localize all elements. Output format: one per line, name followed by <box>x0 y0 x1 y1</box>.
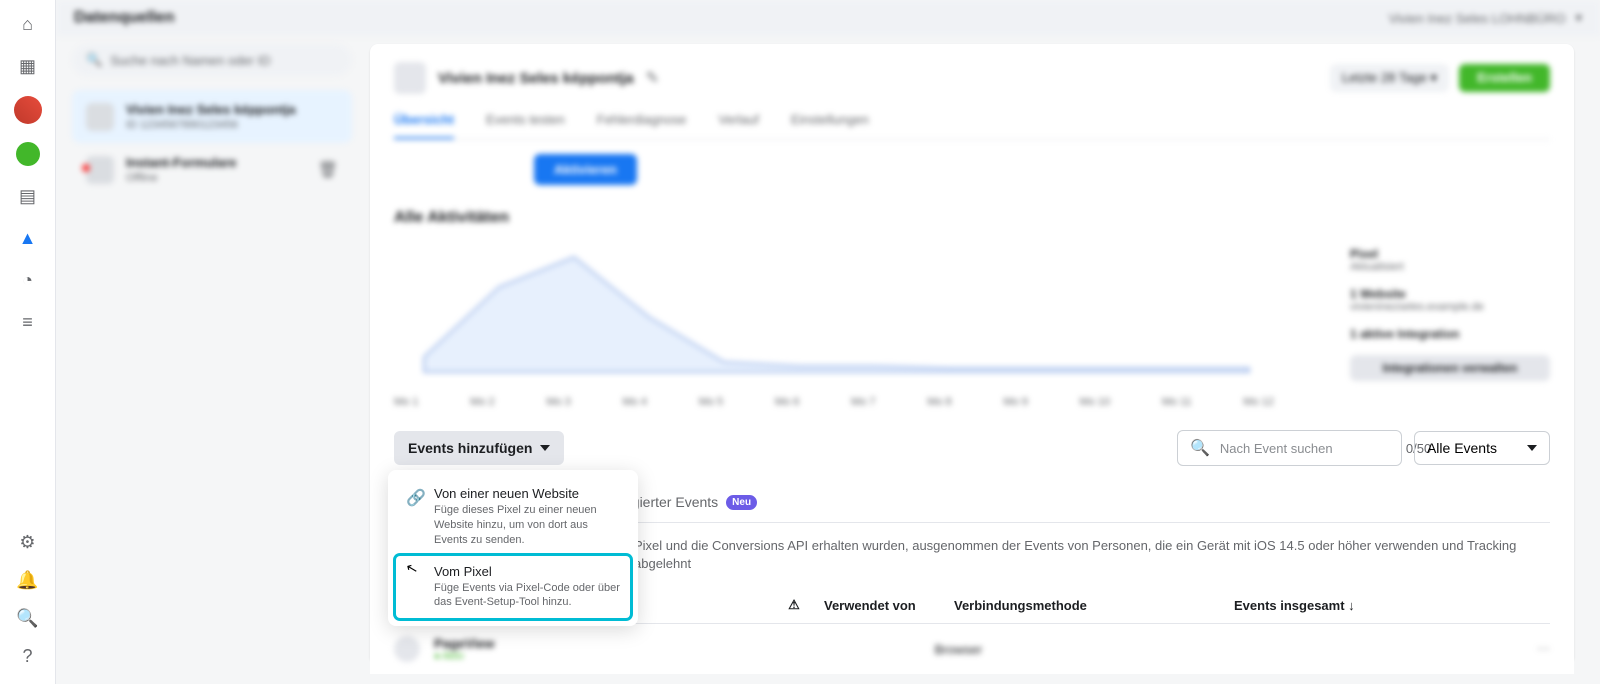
sidebar-item-title: Instant-Formulare <box>126 155 237 170</box>
menu-item-new-website[interactable]: 🔗 Von einer neuen Website Füge dieses Pi… <box>396 478 630 556</box>
website-card-title: 1 Website <box>1350 287 1550 301</box>
menu-item-title: Vom Pixel <box>434 564 620 579</box>
avatar-icon[interactable] <box>14 96 42 124</box>
link-icon: 🔗 <box>406 486 424 548</box>
edit-icon[interactable]: ✎ <box>646 68 659 88</box>
table-row[interactable]: PageView ● Aktiv Browser ⋯ <box>394 624 1550 674</box>
activity-chart: Mo 1Mo 2Mo 3Mo 4Mo 5Mo 6Mo 7Mo 8Mo 9Mo 1… <box>394 247 1550 387</box>
th-total[interactable]: Events insgesamt ↓ <box>1234 598 1414 613</box>
warning-icon: ⚠ <box>788 597 800 612</box>
account-dropdown-icon[interactable]: ▾ <box>1575 10 1582 26</box>
sidebar-search-placeholder: Suche nach Namen oder ID <box>110 53 270 68</box>
more-icon[interactable]: ≡ <box>16 310 40 334</box>
tab-test[interactable]: Events testen <box>486 112 565 139</box>
events-description: Pixel und die Conversions API erhalten w… <box>634 523 1550 587</box>
tab-settings[interactable]: Einstellungen <box>791 112 869 139</box>
menu-item-title: Von einer neuen Website <box>434 486 620 501</box>
cursor-icon <box>406 564 424 611</box>
th-warning[interactable]: ⚠ <box>764 597 824 613</box>
search-icon: 🔍 <box>86 52 102 68</box>
search-icon: 🔍 <box>1190 438 1210 458</box>
new-badge: Neu <box>726 495 757 510</box>
gear-icon[interactable]: ⚙ <box>16 530 40 554</box>
clipboard-icon[interactable]: ▤ <box>16 184 40 208</box>
menu-item-desc: Füge Events via Pixel-Code oder über das… <box>434 581 620 611</box>
event-type-icon <box>394 636 420 662</box>
main-tabs: Übersicht Events testen Fehlerdiagnose V… <box>394 112 1550 140</box>
event-name: PageView <box>434 636 494 651</box>
th-used-by[interactable]: Verwendet von <box>824 598 954 613</box>
home-icon[interactable]: ⌂ <box>16 12 40 36</box>
share-icon[interactable]: ▲ <box>16 226 40 250</box>
clock-icon[interactable]: ◔ <box>16 268 40 292</box>
integration-card-title: 1 aktive Integration <box>1350 327 1550 341</box>
bell-icon[interactable]: 🔔 <box>16 568 40 592</box>
event-filter-label: Alle Events <box>1427 440 1497 456</box>
sidebar-item-title: Vivien Inez Seles képpontja <box>126 102 296 117</box>
status-dot-icon[interactable] <box>16 142 40 166</box>
left-rail: ⌂ ▦ ▤ ▲ ◔ ≡ ⚙ 🔔 🔍 ? <box>0 0 56 684</box>
create-button[interactable]: Erstellen <box>1459 64 1550 92</box>
tab-diagnose[interactable]: Fehlerdiagnose <box>597 112 687 139</box>
event-filter-select[interactable]: Alle Events <box>1414 431 1550 465</box>
info-cards: PixelAktualisiert 1 Websitevivieninezsel… <box>1350 247 1550 381</box>
datasource-icon <box>394 62 426 94</box>
menu-item-desc: Füge dieses Pixel zu einer neuen Website… <box>434 503 620 548</box>
page-title: Datenquellen <box>74 9 174 27</box>
th-method[interactable]: Verbindungsmethode <box>954 598 1234 613</box>
sidebar-item-sub: Offline <box>126 172 237 184</box>
sidebar-item-form[interactable]: Instant-Formulare Offline 🗑 <box>72 143 352 196</box>
add-events-button[interactable]: Events hinzufügen <box>394 431 564 465</box>
sidebar-search[interactable]: 🔍 Suche nach Namen oder ID <box>72 44 352 76</box>
event-search-input[interactable] <box>1220 441 1396 456</box>
datasource-title: Vivien Inez Seles képpontja <box>438 70 634 87</box>
activity-section-title: Alle Aktivitäten <box>394 209 1550 227</box>
search-rail-icon[interactable]: 🔍 <box>16 606 40 630</box>
activate-button[interactable]: Aktivieren <box>534 154 637 185</box>
grid-icon[interactable]: ▦ <box>16 54 40 78</box>
topbar: Datenquellen Vivien Inez Seles LOHNBÜRO … <box>56 0 1600 36</box>
form-thumb-icon <box>86 156 114 184</box>
add-events-dropdown: 🔗 Von einer neuen Website Füge dieses Pi… <box>388 470 638 626</box>
pixel-thumb-icon <box>86 103 114 131</box>
account-label: Vivien Inez Seles LOHNBÜRO <box>1389 11 1566 26</box>
help-icon[interactable]: ? <box>16 644 40 668</box>
event-search[interactable]: 🔍 0/50 <box>1177 430 1402 466</box>
trash-icon[interactable]: 🗑 <box>318 160 338 180</box>
sidebar-item-sub: ID 1234567890123456 <box>126 119 296 131</box>
event-status: ● Aktiv <box>434 651 494 662</box>
pixel-card-title: Pixel <box>1350 247 1550 261</box>
tab-history[interactable]: Verlauf <box>718 112 758 139</box>
row-menu-icon[interactable]: ⋯ <box>1537 641 1550 657</box>
manage-integrations-button[interactable]: Integrationen verwalten <box>1350 355 1550 381</box>
notification-dot-icon <box>82 164 90 172</box>
event-method: Browser <box>934 642 982 657</box>
sub-tab-aggregated[interactable]: egierter Events Neu <box>624 484 757 522</box>
add-events-label: Events hinzufügen <box>408 440 532 456</box>
events-toolbar: Events hinzufügen 🔗 Von einer neuen Webs… <box>370 430 1574 674</box>
menu-item-from-pixel[interactable]: Vom Pixel Füge Events via Pixel-Code ode… <box>396 556 630 619</box>
caret-down-icon <box>1527 445 1537 451</box>
caret-down-icon <box>540 445 550 451</box>
sidebar-item-pixel[interactable]: Vivien Inez Seles képpontja ID 123456789… <box>72 90 352 143</box>
sidebar: 🔍 Suche nach Namen oder ID Vivien Inez S… <box>72 44 352 664</box>
date-range-picker[interactable]: Letzte 28 Tage ▾ <box>1330 64 1449 92</box>
tab-overview[interactable]: Übersicht <box>394 112 454 139</box>
